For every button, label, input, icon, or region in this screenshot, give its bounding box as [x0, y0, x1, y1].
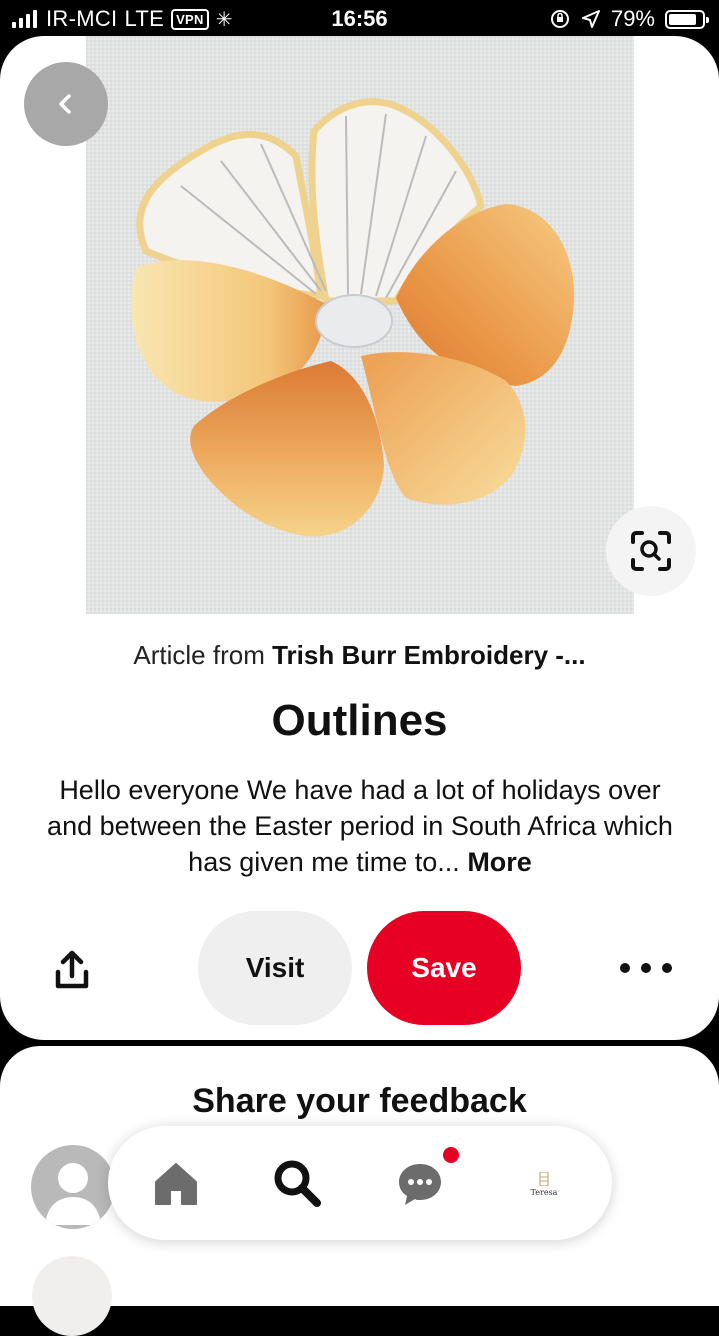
status-right: 79%: [549, 6, 709, 32]
nav-search-button[interactable]: [272, 1158, 322, 1208]
more-options-button[interactable]: [620, 953, 672, 983]
description-text: Hello everyone We have had a lot of holi…: [47, 775, 673, 877]
dot-icon: [641, 963, 651, 973]
profile-brand-label: Teresa: [530, 1187, 558, 1197]
pin-description: Hello everyone We have had a lot of holi…: [44, 772, 676, 880]
battery-percent: 79%: [610, 6, 655, 31]
chat-bubble-icon: [399, 1164, 441, 1205]
pin-title: Outlines: [271, 696, 448, 745]
status-bar: IR-MCI LTE VPN ✳ 16:56 79%: [0, 0, 719, 40]
nav-home-button[interactable]: [152, 1160, 200, 1208]
person-placeholder-icon: [45, 1163, 101, 1225]
save-button[interactable]: Save: [367, 911, 521, 1025]
source-prefix: Article from: [133, 640, 265, 670]
home-icon: [155, 1163, 197, 1205]
nav-messages-button[interactable]: [396, 1160, 444, 1208]
back-button[interactable]: [24, 62, 108, 146]
more-link[interactable]: More: [467, 847, 532, 877]
orientation-lock-icon: [550, 10, 569, 28]
profile-logo-icon: [539, 1171, 549, 1186]
lens-search-icon: [631, 531, 671, 571]
pin-source[interactable]: Article from Trish Burr Embroidery -...: [0, 640, 719, 671]
source-name[interactable]: Trish Burr Embroidery -...: [272, 640, 586, 670]
user-avatar[interactable]: [31, 1145, 115, 1229]
search-icon: [274, 1160, 321, 1207]
dot-icon: [620, 963, 630, 973]
secondary-avatar[interactable]: [32, 1256, 112, 1336]
visual-search-button[interactable]: [606, 506, 696, 596]
share-button[interactable]: [48, 948, 96, 996]
battery-icon: [665, 9, 709, 29]
nav-profile-button[interactable]: Teresa: [516, 1156, 572, 1212]
dot-icon: [662, 963, 672, 973]
notification-dot: [443, 1147, 459, 1163]
embroidered-flower-illustration: [131, 98, 575, 537]
share-upload-icon: [55, 950, 89, 989]
pin-image[interactable]: [86, 36, 634, 614]
visit-button[interactable]: Visit: [198, 911, 352, 1025]
pin-card: Article from Trish Burr Embroidery -... …: [0, 36, 719, 1040]
location-arrow-icon: [581, 10, 600, 28]
feedback-title[interactable]: Share your feedback: [0, 1082, 719, 1121]
chevron-left-icon: [59, 94, 71, 114]
bottom-nav: Teresa: [108, 1126, 612, 1240]
